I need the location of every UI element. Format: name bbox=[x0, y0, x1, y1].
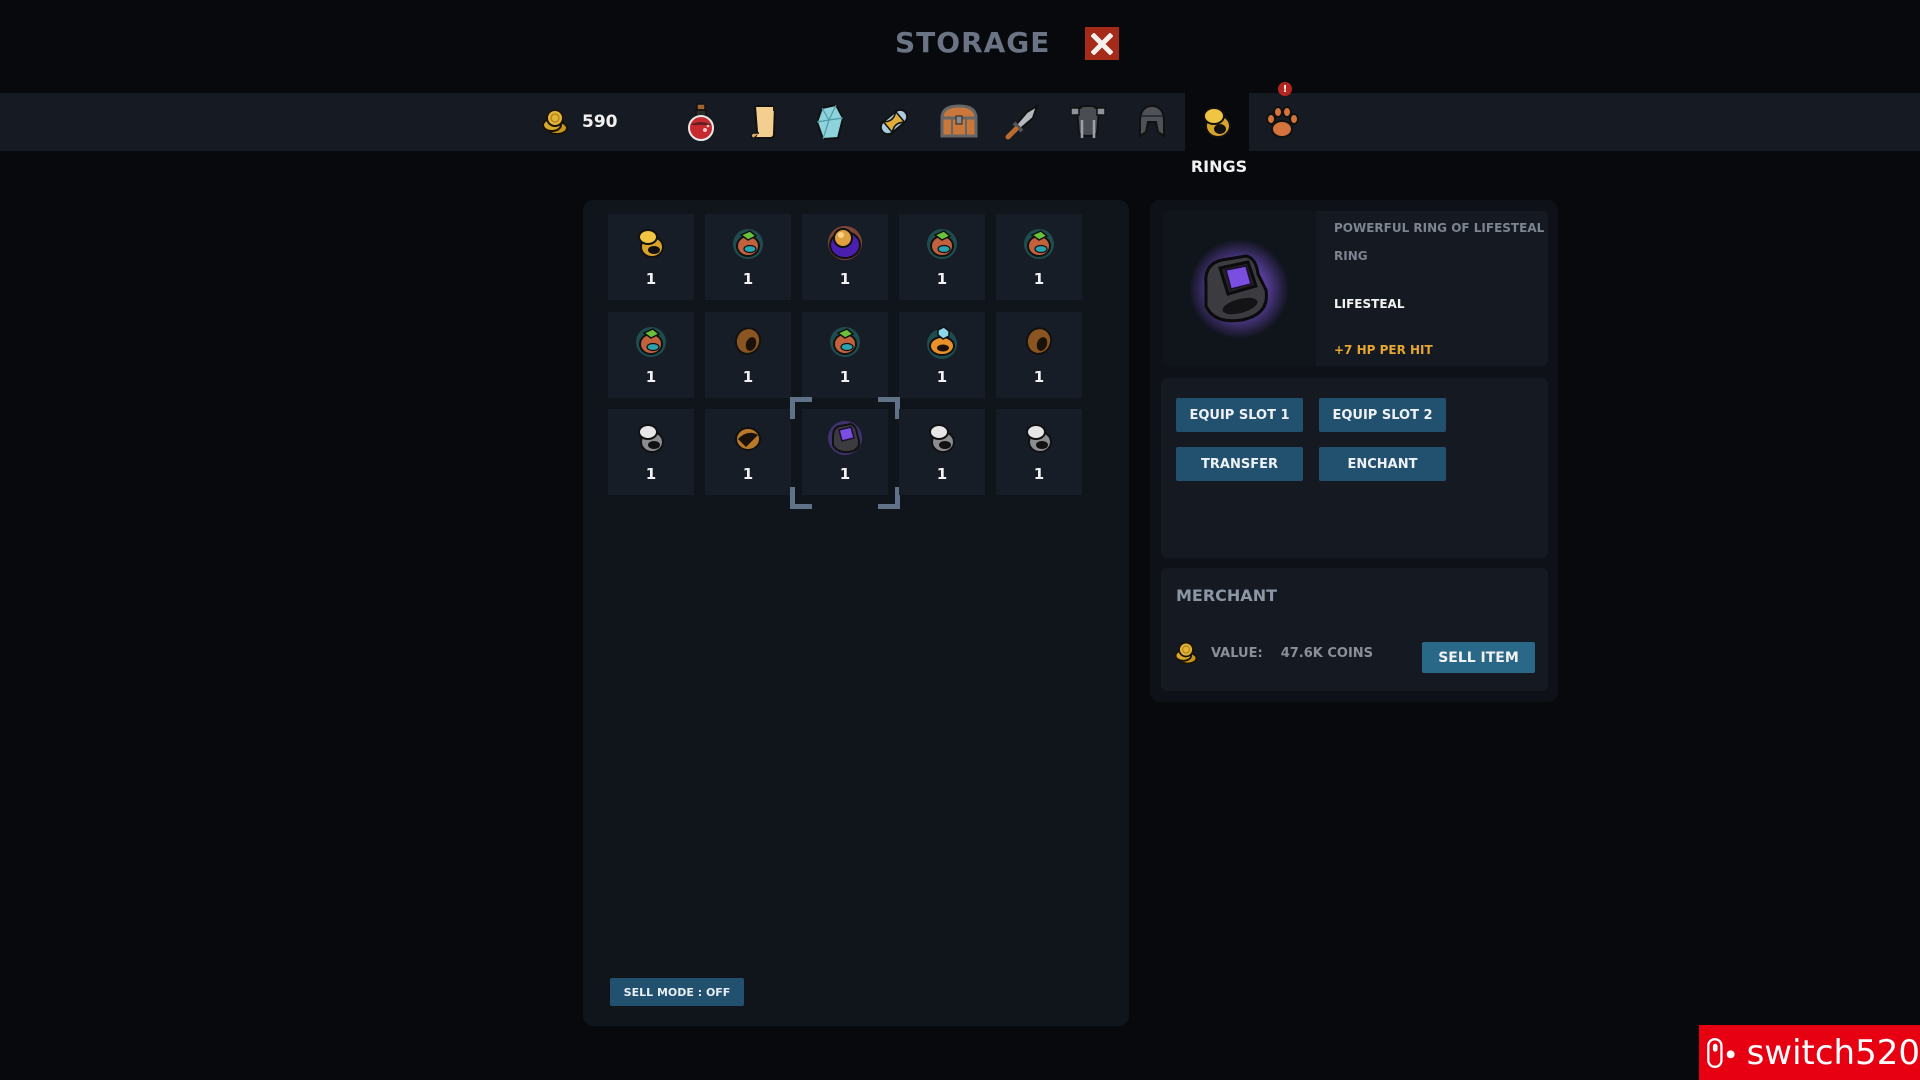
inventory-slot[interactable]: 1 bbox=[996, 214, 1082, 300]
sword-icon bbox=[1005, 103, 1039, 140]
value-label: VALUE: bbox=[1211, 645, 1263, 661]
selection-bracket bbox=[878, 487, 900, 509]
selection-bracket bbox=[878, 397, 900, 419]
slot-quantity: 1 bbox=[742, 465, 754, 483]
gold-signet-ring-icon bbox=[638, 229, 664, 258]
tab-helmets[interactable] bbox=[1120, 93, 1184, 151]
paw-icon bbox=[1266, 106, 1299, 138]
equip-slot-1-button[interactable]: EQUIP SLOT 1 bbox=[1176, 398, 1303, 432]
inventory-slot[interactable]: 1 bbox=[899, 214, 985, 300]
watermark: switch520 bbox=[1699, 1025, 1920, 1080]
inventory-slot[interactable]: 1 bbox=[802, 312, 888, 398]
item-stat: LIFESTEAL bbox=[1334, 297, 1405, 311]
inventory-slot[interactable]: 1 bbox=[705, 214, 791, 300]
close-x-icon bbox=[1091, 32, 1113, 55]
chest-icon bbox=[940, 104, 978, 138]
inventory-slot[interactable]: 1 bbox=[899, 312, 985, 398]
lifesteal-ring-icon bbox=[1189, 238, 1289, 339]
tab-crystals[interactable] bbox=[798, 93, 862, 151]
sell-mode-toggle[interactable]: SELL MODE : OFF bbox=[610, 978, 744, 1006]
tab-rings[interactable] bbox=[1185, 93, 1249, 151]
coins-icon bbox=[542, 109, 568, 135]
armor-icon bbox=[1070, 105, 1106, 138]
currency-display: 590 bbox=[540, 107, 618, 137]
potion-icon bbox=[688, 103, 714, 141]
inventory-slot[interactable]: 1 bbox=[608, 214, 694, 300]
enchant-button[interactable]: ENCHANT bbox=[1319, 447, 1446, 481]
item-preview bbox=[1162, 211, 1316, 366]
switch-logo-icon bbox=[1707, 1037, 1735, 1068]
pets-alert-badge: ! bbox=[1278, 82, 1292, 96]
inventory-slot[interactable]: 1 bbox=[996, 312, 1082, 398]
inventory-slot[interactable]: 1 bbox=[802, 214, 888, 300]
green-gem-copper-ring-icon bbox=[636, 327, 666, 357]
equip-slot-2-button[interactable]: EQUIP SLOT 2 bbox=[1319, 398, 1446, 432]
sell-item-button[interactable]: SELL ITEM bbox=[1422, 642, 1535, 673]
slot-quantity: 1 bbox=[742, 270, 754, 288]
ring-icon bbox=[1203, 107, 1231, 138]
transfer-button[interactable]: TRANSFER bbox=[1176, 447, 1303, 481]
active-tab-label: RINGS bbox=[1190, 157, 1248, 176]
green-gem-copper-ring-icon bbox=[733, 229, 763, 259]
slot-quantity: 1 bbox=[936, 465, 948, 483]
green-gem-copper-ring-icon bbox=[927, 229, 957, 259]
purple-lifesteal-ring-icon bbox=[828, 421, 862, 455]
tab-pets[interactable] bbox=[1250, 93, 1314, 151]
watermark-text: switch520 bbox=[1746, 1032, 1920, 1073]
helmet-icon bbox=[1139, 104, 1165, 138]
slot-quantity: 1 bbox=[936, 270, 948, 288]
selection-bracket bbox=[790, 487, 812, 509]
tab-potions[interactable] bbox=[669, 93, 733, 151]
tab-materials[interactable] bbox=[862, 93, 926, 151]
bronze-twist-ring-icon bbox=[735, 427, 761, 451]
green-gem-copper-ring-icon bbox=[1024, 229, 1054, 259]
slot-quantity: 1 bbox=[645, 368, 657, 386]
silver-signet-ring-icon bbox=[638, 424, 664, 453]
silver-signet-ring-icon bbox=[1026, 424, 1052, 453]
bronze-band-ring-icon bbox=[734, 327, 762, 355]
tab-scrolls[interactable] bbox=[733, 93, 797, 151]
crystal-icon bbox=[815, 103, 845, 141]
green-gem-copper-ring-icon bbox=[830, 327, 860, 357]
item-value-row: VALUE: 47.6K COINS bbox=[1173, 640, 1373, 666]
inventory-slot[interactable]: 1 bbox=[802, 409, 888, 495]
coins-amount: 590 bbox=[582, 112, 618, 132]
tab-weapons[interactable] bbox=[991, 93, 1055, 151]
page-title: STORAGE bbox=[895, 26, 1051, 59]
inventory-slot[interactable]: 1 bbox=[899, 409, 985, 495]
merchant-title: MERCHANT bbox=[1176, 586, 1277, 605]
slot-quantity: 1 bbox=[1033, 465, 1045, 483]
inventory-slot[interactable]: 1 bbox=[608, 312, 694, 398]
item-type: RING bbox=[1334, 249, 1368, 263]
inventory-slot[interactable]: 1 bbox=[705, 409, 791, 495]
silver-signet-ring-icon bbox=[929, 424, 955, 453]
inventory-slot[interactable]: 1 bbox=[996, 409, 1082, 495]
scroll-icon bbox=[750, 105, 778, 139]
slot-quantity: 1 bbox=[645, 465, 657, 483]
tab-armor[interactable] bbox=[1056, 93, 1120, 151]
slot-quantity: 1 bbox=[936, 368, 948, 386]
spool-icon bbox=[879, 108, 909, 136]
item-bonus: +7 HP PER HIT bbox=[1334, 343, 1433, 357]
bronze-band-ring-icon bbox=[1025, 327, 1053, 355]
orb-purple-ring-icon bbox=[828, 226, 862, 260]
slot-quantity: 1 bbox=[1033, 368, 1045, 386]
item-name: POWERFUL RING OF LIFESTEAL bbox=[1334, 221, 1545, 235]
slot-quantity: 1 bbox=[839, 368, 851, 386]
close-button[interactable] bbox=[1085, 27, 1119, 60]
inventory-slot[interactable]: 1 bbox=[608, 409, 694, 495]
value-amount: 47.6K COINS bbox=[1280, 645, 1374, 661]
slot-quantity: 1 bbox=[839, 465, 851, 483]
coins-icon bbox=[1174, 641, 1198, 665]
selection-bracket bbox=[790, 397, 812, 419]
slot-quantity: 1 bbox=[645, 270, 657, 288]
blue-gem-orange-ring-icon bbox=[927, 326, 957, 359]
tab-chests[interactable] bbox=[927, 93, 991, 151]
slot-quantity: 1 bbox=[1033, 270, 1045, 288]
slot-quantity: 1 bbox=[742, 368, 754, 386]
slot-quantity: 1 bbox=[839, 270, 851, 288]
inventory-slot[interactable]: 1 bbox=[705, 312, 791, 398]
